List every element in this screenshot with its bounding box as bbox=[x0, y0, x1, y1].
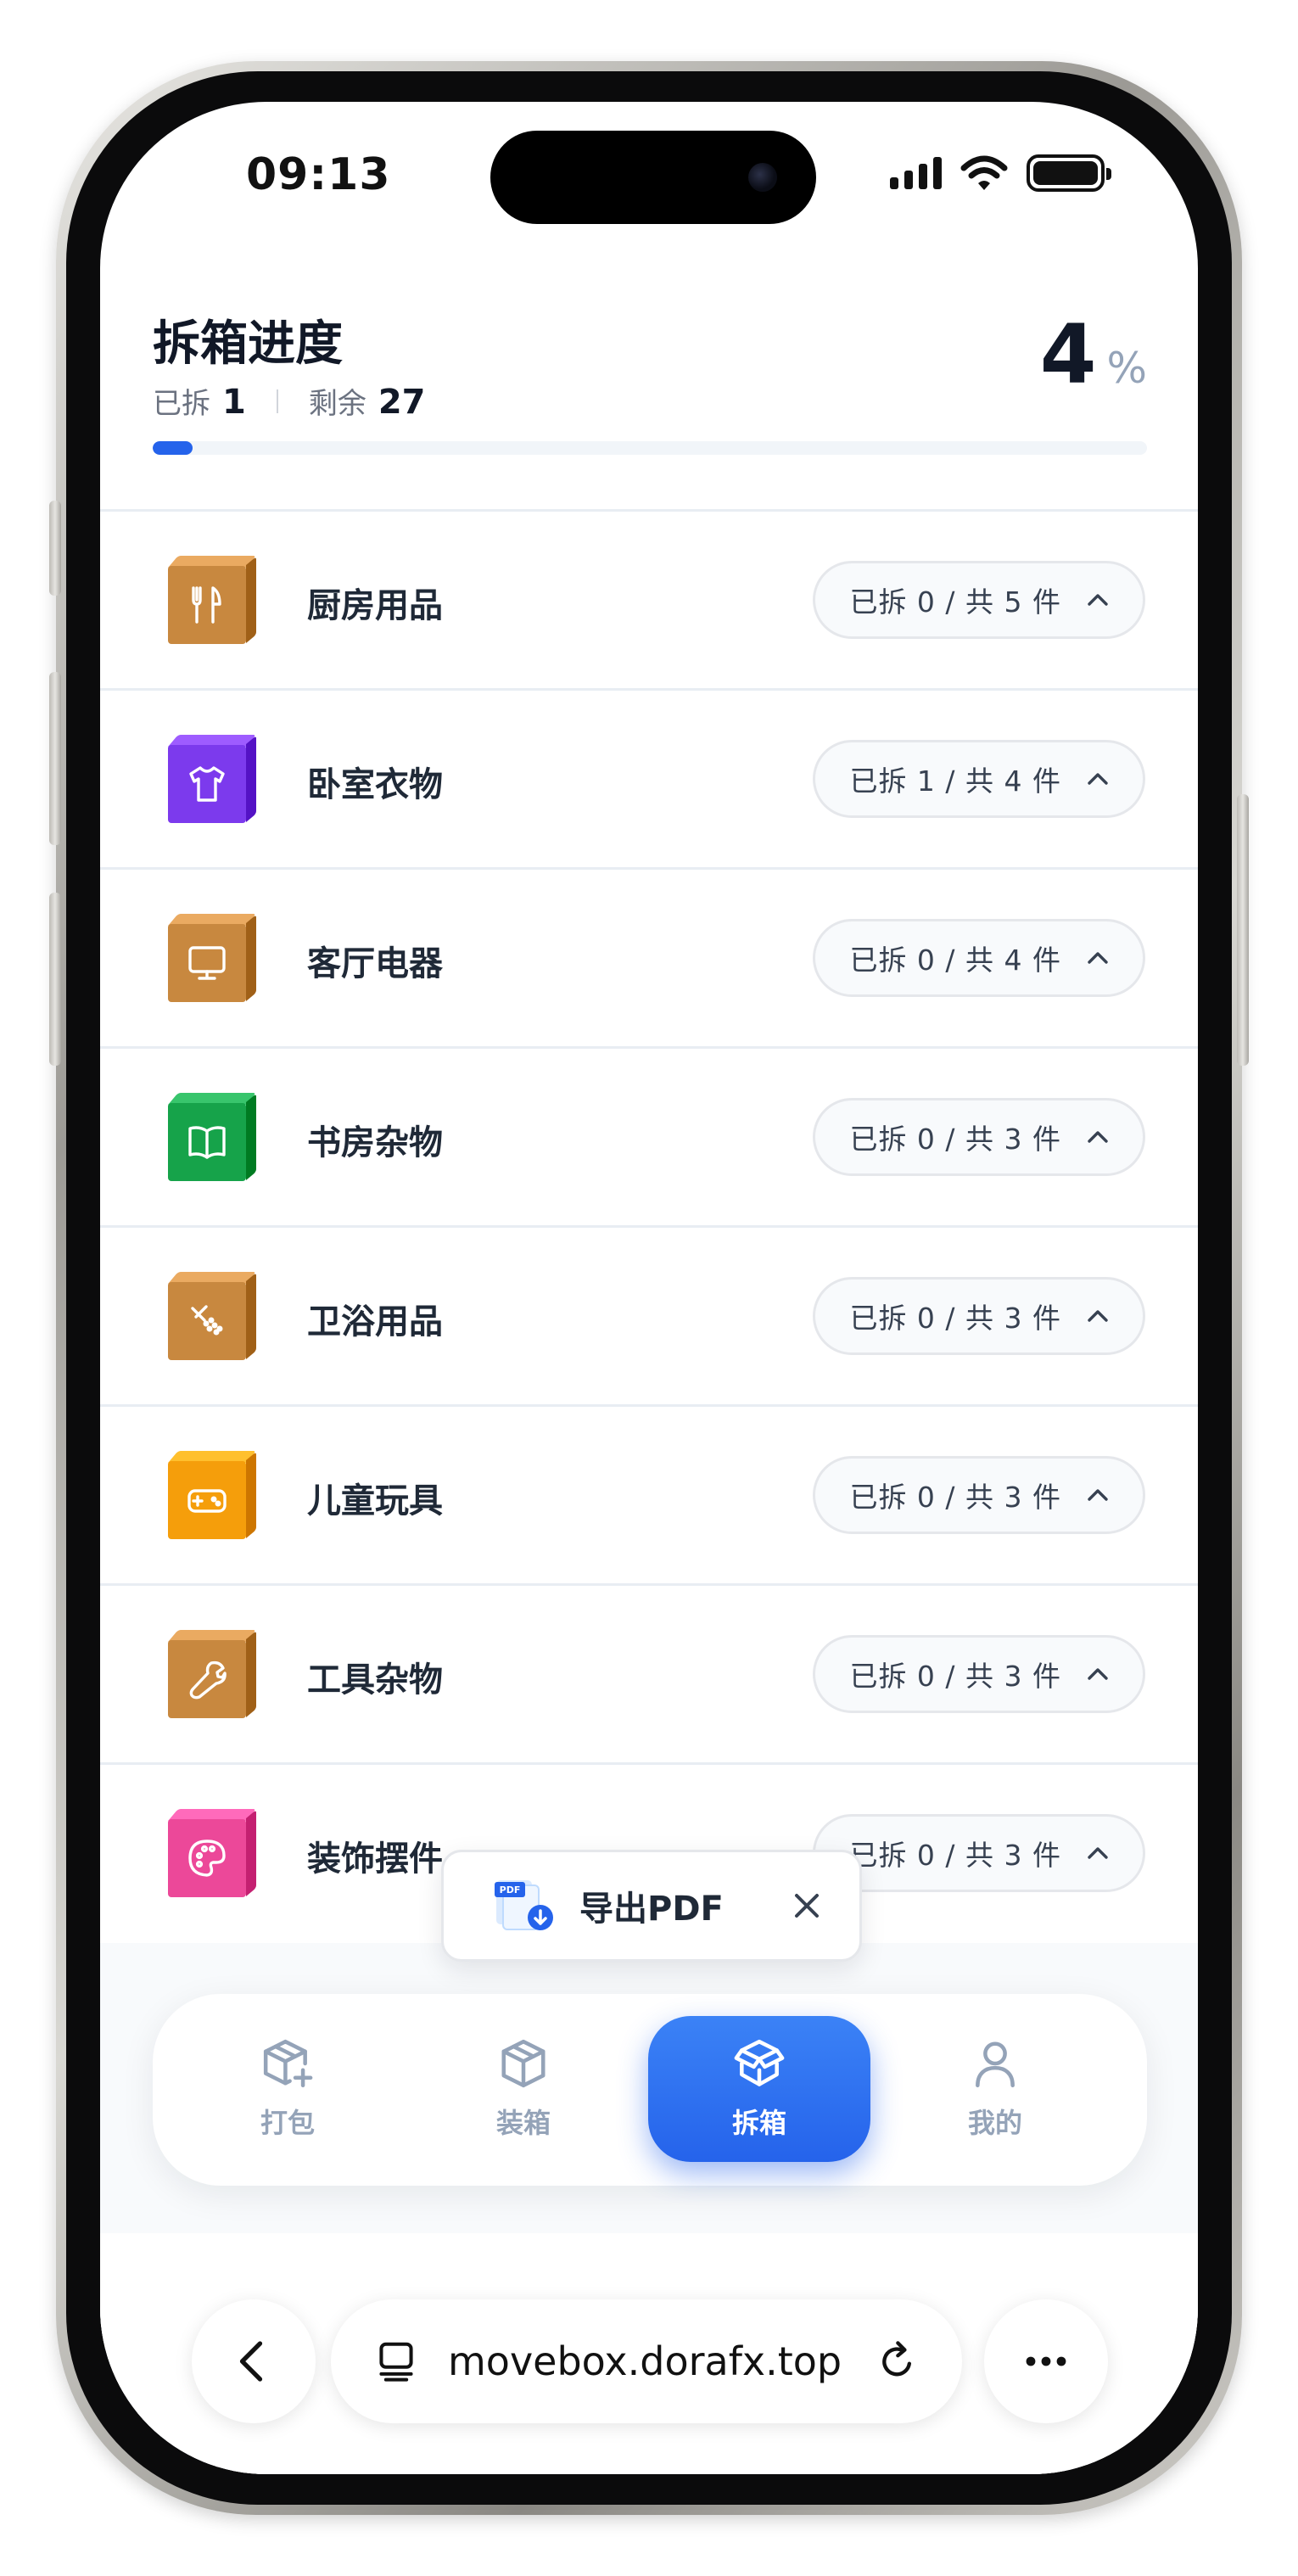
category-name: 装饰摆件 bbox=[307, 1840, 443, 1879]
more-button[interactable] bbox=[984, 2299, 1108, 2423]
bottom-tab-bar: 打包 装箱 拆箱 我的 bbox=[153, 1994, 1147, 2186]
open-box-icon bbox=[734, 2039, 785, 2086]
category-name: 客厅电器 bbox=[307, 944, 443, 983]
category-name: 卧室衣物 bbox=[307, 765, 443, 804]
user-icon bbox=[976, 2041, 1015, 2088]
tab-label: 拆箱 bbox=[731, 2107, 786, 2139]
address-bar[interactable]: movebox.dorafx.top bbox=[331, 2299, 962, 2423]
browser-toolbar: movebox.dorafx.top bbox=[100, 2233, 1198, 2474]
tabs-overview-icon bbox=[379, 2342, 413, 2382]
category-name: 厨房用品 bbox=[307, 586, 443, 625]
chevron-up-icon bbox=[1088, 1847, 1108, 1859]
gamepad-icon bbox=[168, 1451, 256, 1539]
category-status-toggle[interactable]: 已拆 0 / 共 3 件 bbox=[813, 1098, 1145, 1176]
chevron-up-icon bbox=[1088, 594, 1108, 606]
export-pdf-button[interactable]: PDF 导出PDF bbox=[441, 1850, 862, 1962]
category-name: 儿童玩具 bbox=[307, 1481, 443, 1520]
category-status-toggle[interactable]: 已拆 0 / 共 4 件 bbox=[813, 919, 1145, 997]
progress-stats: 已拆 1 剩余 27 bbox=[153, 380, 426, 422]
camera-icon bbox=[748, 163, 777, 192]
wrench-icon bbox=[168, 1630, 256, 1718]
category-name: 工具杂物 bbox=[307, 1660, 443, 1700]
shirt-icon bbox=[168, 735, 256, 823]
unpacked-label: 已拆 bbox=[153, 387, 210, 421]
category-status-toggle[interactable]: 已拆 1 / 共 4 件 bbox=[813, 740, 1145, 818]
tab-unpack[interactable]: 拆箱 bbox=[648, 2016, 870, 2162]
tab-label: 我的 bbox=[967, 2107, 1022, 2139]
close-icon[interactable] bbox=[788, 1887, 825, 1924]
percent-unit: % bbox=[1106, 344, 1147, 393]
status-icons bbox=[890, 154, 1111, 192]
category-row[interactable]: 儿童玩具 已拆 0 / 共 3 件 bbox=[100, 1404, 1198, 1583]
category-status: 已拆 0 / 共 5 件 bbox=[849, 585, 1061, 619]
book-icon bbox=[168, 1093, 256, 1181]
shower-icon bbox=[168, 1272, 256, 1360]
page-title: 拆箱进度 bbox=[153, 316, 343, 372]
pdf-download-icon: PDF bbox=[495, 1879, 556, 1933]
signal-icon bbox=[890, 157, 942, 189]
category-name: 书房杂物 bbox=[307, 1123, 443, 1162]
chevron-up-icon bbox=[1088, 952, 1108, 964]
category-status-toggle[interactable]: 已拆 0 / 共 3 件 bbox=[813, 1277, 1145, 1355]
screen: 09:13 拆箱进度 已拆 1 剩余 27 4 % 厨房用品已拆 0 / 共 bbox=[100, 102, 1198, 2474]
category-name: 卫浴用品 bbox=[307, 1302, 443, 1341]
category-status-toggle[interactable]: 已拆 0 / 共 3 件 bbox=[813, 1814, 1145, 1892]
status-time: 09:13 bbox=[246, 149, 391, 200]
palette-icon bbox=[168, 1809, 256, 1897]
category-row[interactable]: 书房杂物 已拆 0 / 共 3 件 bbox=[100, 1046, 1198, 1225]
remaining-count: 27 bbox=[378, 383, 426, 422]
stats-divider bbox=[276, 389, 278, 413]
box-plus-icon bbox=[263, 2039, 313, 2088]
url-text: movebox.dorafx.top bbox=[448, 2338, 842, 2384]
category-status: 已拆 1 / 共 4 件 bbox=[849, 764, 1061, 798]
export-pdf-label: 导出PDF bbox=[579, 1890, 724, 1929]
tab-label: 装箱 bbox=[495, 2107, 551, 2139]
box-icon bbox=[501, 2039, 545, 2088]
category-status-toggle[interactable]: 已拆 0 / 共 3 件 bbox=[813, 1456, 1145, 1534]
category-status: 已拆 0 / 共 3 件 bbox=[849, 1302, 1061, 1335]
category-status-toggle[interactable]: 已拆 0 / 共 3 件 bbox=[813, 1635, 1145, 1713]
category-row[interactable]: 工具杂物 已拆 0 / 共 3 件 bbox=[100, 1583, 1198, 1762]
chevron-up-icon bbox=[1088, 1131, 1108, 1143]
remaining-label: 剩余 bbox=[308, 387, 366, 421]
dynamic-island bbox=[490, 131, 816, 224]
action-button bbox=[49, 501, 61, 596]
power-button bbox=[1237, 794, 1249, 1066]
monitor-icon bbox=[168, 914, 256, 1002]
more-icon bbox=[1026, 2356, 1066, 2366]
percent-value: 4 bbox=[1039, 307, 1097, 402]
category-status-toggle[interactable]: 已拆 0 / 共 5 件 bbox=[813, 561, 1145, 639]
progress-percent: 4 % bbox=[1040, 307, 1147, 402]
utensils-icon bbox=[168, 556, 256, 644]
category-row[interactable]: 客厅电器 已拆 0 / 共 4 件 bbox=[100, 867, 1198, 1046]
category-status: 已拆 0 / 共 3 件 bbox=[849, 1839, 1061, 1872]
reload-icon[interactable] bbox=[874, 2338, 920, 2384]
tab-label: 打包 bbox=[260, 2107, 315, 2139]
progress-bar bbox=[153, 441, 1147, 455]
volume-up-button bbox=[49, 672, 61, 845]
unpacked-count: 1 bbox=[222, 383, 246, 422]
chevron-up-icon bbox=[1088, 773, 1108, 785]
wifi-icon bbox=[960, 155, 1008, 190]
battery-icon bbox=[1027, 154, 1111, 192]
chevron-left-icon bbox=[239, 2341, 263, 2382]
category-status: 已拆 0 / 共 4 件 bbox=[849, 944, 1061, 977]
volume-down-button bbox=[49, 893, 61, 1066]
tab-profile[interactable]: 我的 bbox=[884, 2016, 1106, 2162]
category-status: 已拆 0 / 共 3 件 bbox=[849, 1660, 1061, 1693]
progress-bar-fill bbox=[153, 441, 193, 455]
back-button[interactable] bbox=[192, 2299, 316, 2423]
category-row[interactable]: 卫浴用品 已拆 0 / 共 3 件 bbox=[100, 1225, 1198, 1404]
tab-pack[interactable]: 打包 bbox=[176, 2016, 399, 2162]
category-status: 已拆 0 / 共 3 件 bbox=[849, 1481, 1061, 1514]
tab-box[interactable]: 装箱 bbox=[412, 2016, 635, 2162]
chevron-up-icon bbox=[1088, 1668, 1108, 1680]
category-row[interactable]: 厨房用品 已拆 0 / 共 5 件 bbox=[100, 509, 1198, 688]
svg-text:PDF: PDF bbox=[500, 1884, 521, 1896]
category-status: 已拆 0 / 共 3 件 bbox=[849, 1123, 1061, 1156]
chevron-up-icon bbox=[1088, 1310, 1108, 1322]
chevron-up-icon bbox=[1088, 1489, 1108, 1501]
category-row[interactable]: 卧室衣物 已拆 1 / 共 4 件 bbox=[100, 688, 1198, 867]
category-list: 厨房用品 已拆 0 / 共 5 件卧室衣物 已拆 1 / 共 4 件客厅电器 已拆 0… bbox=[100, 509, 1198, 1941]
